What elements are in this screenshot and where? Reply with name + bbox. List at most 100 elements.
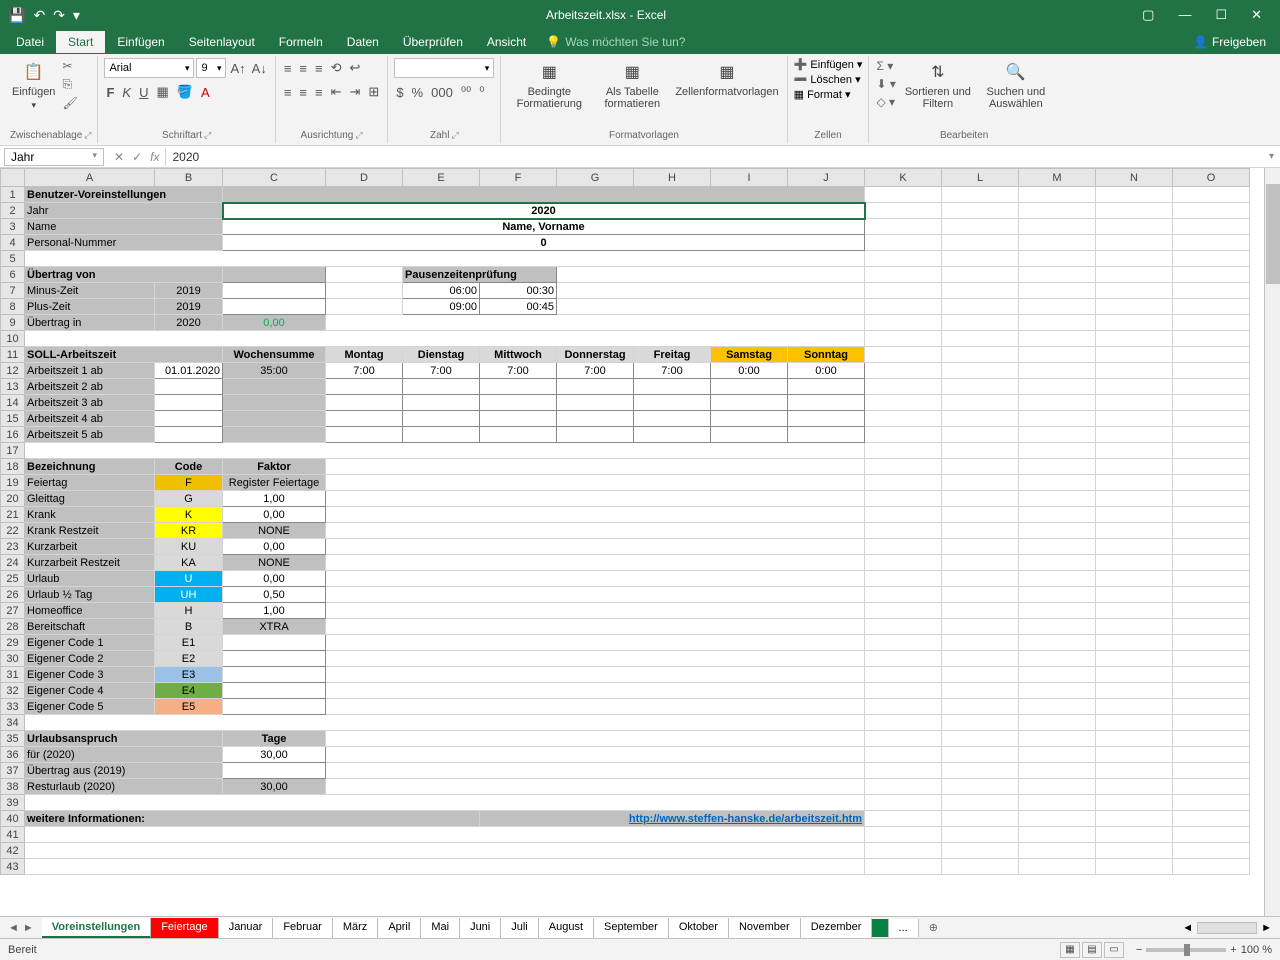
row-header[interactable]: 4 xyxy=(1,235,25,251)
cell[interactable] xyxy=(942,779,1019,795)
cell[interactable]: 06:00 xyxy=(403,283,480,299)
cell[interactable] xyxy=(865,475,942,491)
cell[interactable] xyxy=(1173,587,1250,603)
cell[interactable] xyxy=(480,379,557,395)
row-header[interactable]: 33 xyxy=(1,699,25,715)
cell[interactable] xyxy=(1096,411,1173,427)
cell[interactable] xyxy=(1173,523,1250,539)
cell[interactable] xyxy=(865,219,942,235)
cell[interactable] xyxy=(223,395,326,411)
cell[interactable]: 2020 xyxy=(155,315,223,331)
cell[interactable] xyxy=(942,507,1019,523)
cell[interactable] xyxy=(942,715,1019,731)
cell[interactable]: Bezeichnung xyxy=(25,459,155,475)
cell[interactable] xyxy=(865,795,942,811)
row-header[interactable]: 36 xyxy=(1,747,25,763)
launcher-icon[interactable]: ⤢ xyxy=(84,130,91,141)
cell[interactable] xyxy=(634,395,711,411)
zoom-level[interactable]: 100 % xyxy=(1241,944,1272,956)
launcher-icon[interactable]: ⤢ xyxy=(204,130,211,141)
format-table-button[interactable]: ▦Als Tabelle formatieren xyxy=(595,58,669,112)
cell[interactable] xyxy=(1173,779,1250,795)
row-header[interactable]: 3 xyxy=(1,219,25,235)
col-header[interactable]: I xyxy=(711,169,788,187)
cell[interactable] xyxy=(942,699,1019,715)
cell[interactable]: Freitag xyxy=(634,347,711,363)
cell[interactable] xyxy=(942,731,1019,747)
cell[interactable] xyxy=(865,491,942,507)
cell[interactable] xyxy=(942,475,1019,491)
cell[interactable] xyxy=(326,651,865,667)
cell[interactable] xyxy=(1019,395,1096,411)
cell[interactable] xyxy=(480,427,557,443)
cell[interactable]: 0,50 xyxy=(223,587,326,603)
cell[interactable] xyxy=(942,315,1019,331)
cell[interactable]: 7:00 xyxy=(403,363,480,379)
cell[interactable] xyxy=(865,779,942,795)
launcher-icon[interactable]: ⤢ xyxy=(355,130,362,141)
cell[interactable]: für (2020) xyxy=(25,747,223,763)
cell[interactable] xyxy=(25,827,865,843)
cell[interactable] xyxy=(865,811,942,827)
cell[interactable] xyxy=(1019,827,1096,843)
cell[interactable] xyxy=(326,683,865,699)
row-header[interactable]: 42 xyxy=(1,843,25,859)
cell[interactable] xyxy=(223,763,326,779)
cell[interactable] xyxy=(223,411,326,427)
enter-icon[interactable]: ✓ xyxy=(132,150,142,164)
cell[interactable] xyxy=(942,571,1019,587)
cell[interactable] xyxy=(1019,299,1096,315)
cell[interactable] xyxy=(326,379,403,395)
cell[interactable] xyxy=(1019,443,1096,459)
row-header[interactable]: 7 xyxy=(1,283,25,299)
cell[interactable] xyxy=(326,763,865,779)
cell[interactable] xyxy=(865,283,942,299)
cell[interactable] xyxy=(1096,571,1173,587)
cell[interactable] xyxy=(1173,811,1250,827)
cell[interactable] xyxy=(1019,603,1096,619)
fx-icon[interactable]: fx xyxy=(150,150,159,164)
cell[interactable]: 0,00 xyxy=(223,539,326,555)
cell[interactable]: Bereitschaft xyxy=(25,619,155,635)
cell[interactable]: Kurzarbeit xyxy=(25,539,155,555)
cell[interactable] xyxy=(634,427,711,443)
number-format-select[interactable]: ▾ xyxy=(394,58,494,78)
cell[interactable] xyxy=(865,395,942,411)
bold-icon[interactable]: F xyxy=(104,83,116,102)
cell[interactable] xyxy=(865,715,942,731)
tab-scroll-left-icon[interactable]: ◄ xyxy=(8,922,19,934)
sheet-tab[interactable]: Dezember xyxy=(801,918,873,938)
cell[interactable] xyxy=(1096,187,1173,203)
sheet-tab[interactable]: April xyxy=(378,918,421,938)
cell[interactable] xyxy=(326,731,865,747)
cell[interactable] xyxy=(1096,459,1173,475)
cell[interactable] xyxy=(1173,699,1250,715)
cell[interactable] xyxy=(403,427,480,443)
cell[interactable]: NONE xyxy=(223,555,326,571)
cell[interactable] xyxy=(1019,411,1096,427)
cell[interactable] xyxy=(1173,459,1250,475)
cell[interactable] xyxy=(326,619,865,635)
cell[interactable] xyxy=(480,395,557,411)
fill-color-icon[interactable]: 🪣 xyxy=(175,82,195,102)
cell[interactable]: XTRA xyxy=(223,619,326,635)
cell[interactable] xyxy=(1096,363,1173,379)
cell[interactable] xyxy=(1019,539,1096,555)
cell[interactable] xyxy=(403,411,480,427)
zoom-out-icon[interactable]: − xyxy=(1136,944,1142,956)
cell[interactable]: Eigener Code 2 xyxy=(25,651,155,667)
cell[interactable]: 7:00 xyxy=(557,363,634,379)
cell[interactable] xyxy=(942,267,1019,283)
maximize-icon[interactable]: ☐ xyxy=(1205,3,1237,27)
cell[interactable]: Jahr xyxy=(25,203,223,219)
cell[interactable] xyxy=(942,459,1019,475)
cell[interactable] xyxy=(865,619,942,635)
cell[interactable] xyxy=(865,267,942,283)
row-header[interactable]: 30 xyxy=(1,651,25,667)
cell[interactable] xyxy=(326,603,865,619)
cell[interactable] xyxy=(480,411,557,427)
cell[interactable] xyxy=(1019,859,1096,875)
cell[interactable] xyxy=(1173,219,1250,235)
cell[interactable]: E2 xyxy=(155,651,223,667)
row-header[interactable]: 13 xyxy=(1,379,25,395)
